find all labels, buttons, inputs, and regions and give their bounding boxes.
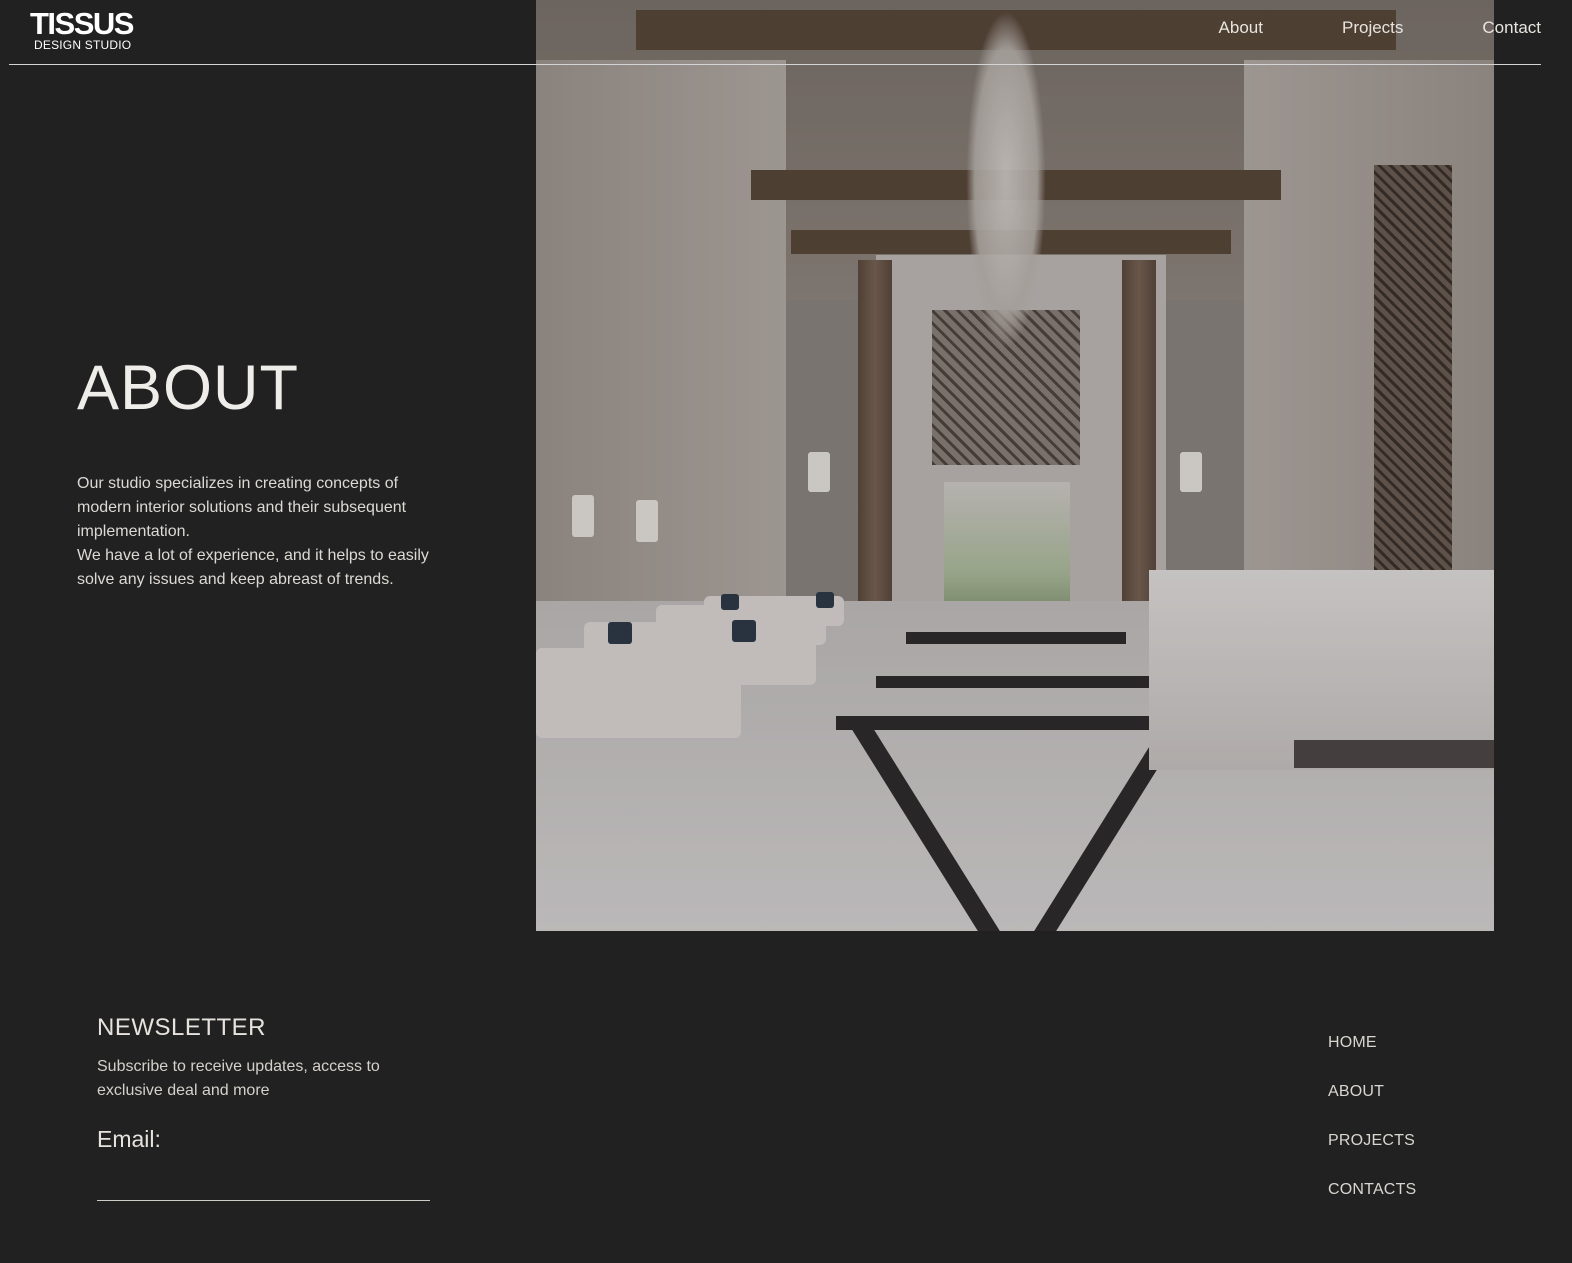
footer-projects-link[interactable]: PROJECTS (1328, 1130, 1416, 1179)
nav-projects-link[interactable]: Projects (1342, 18, 1403, 38)
hero-lobby-image (536, 0, 1494, 931)
image-overlay (536, 0, 1494, 931)
top-nav: About Projects Contact (1140, 18, 1541, 38)
about-paragraph: We have a lot of experience, and it help… (77, 547, 429, 588)
logo-subtitle: DESIGN STUDIO (34, 38, 132, 52)
newsletter-title: NEWSLETTER (97, 1014, 267, 1041)
about-title: ABOUT (77, 353, 300, 423)
footer-nav: HOME ABOUT PROJECTS CONTACTS (1328, 1032, 1416, 1228)
nav-about-link[interactable]: About (1219, 18, 1263, 38)
footer-contacts-link[interactable]: CONTACTS (1328, 1179, 1416, 1228)
about-paragraph: Our studio specializes in creating conce… (77, 475, 407, 540)
footer-about-link[interactable]: ABOUT (1328, 1081, 1416, 1130)
email-label: Email: (97, 1126, 161, 1152)
email-input[interactable] (97, 1160, 430, 1201)
header-divider (9, 64, 1541, 65)
logo-wordmark: TISSUS (30, 6, 134, 41)
newsletter-subtitle: Subscribe to receive updates, access to … (97, 1058, 380, 1099)
footer-home-link[interactable]: HOME (1328, 1032, 1416, 1081)
logo[interactable]: TISSUS DESIGN STUDIO (30, 6, 134, 52)
about-description: Our studio specializes in creating conce… (77, 472, 437, 592)
nav-contact-link[interactable]: Contact (1482, 18, 1541, 38)
